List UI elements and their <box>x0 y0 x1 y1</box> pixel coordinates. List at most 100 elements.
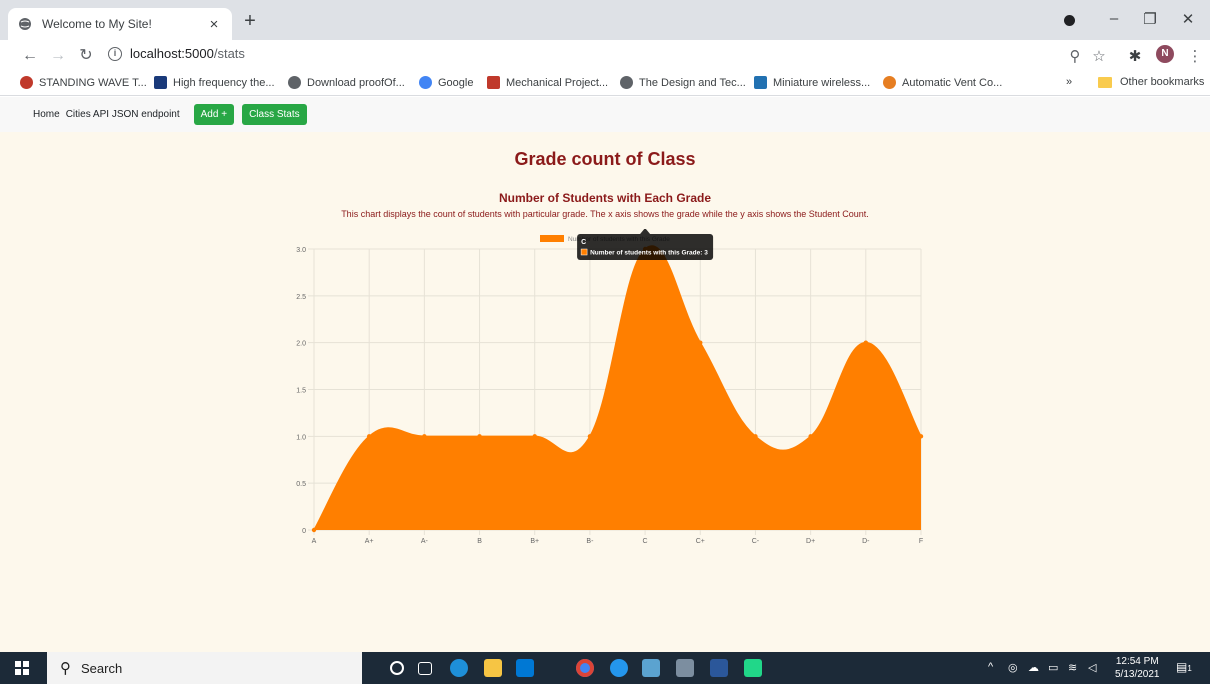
google-icon <box>419 76 432 89</box>
x-tick-label: B+ <box>530 538 539 545</box>
reload-icon[interactable]: ↻ <box>76 46 96 66</box>
avatar[interactable]: N <box>1156 45 1174 63</box>
nav-cities-link[interactable]: Cities API JSON endpoint <box>66 109 180 120</box>
y-tick-label: 3.0 <box>296 247 306 254</box>
battery-icon[interactable]: ▭ <box>1048 661 1058 674</box>
extensions-icon[interactable]: ✱ <box>1126 47 1144 65</box>
chrome-profile-icon[interactable] <box>1064 15 1075 26</box>
address-bar-row: ← → ↻ i localhost:5000/stats ⚲ ☆ ✱ ⋮ <box>0 40 1210 72</box>
x-tick-label: B- <box>586 538 594 545</box>
chrome-icon[interactable] <box>576 659 594 677</box>
x-tick-label: C+ <box>696 538 705 545</box>
x-tick-label: A <box>312 538 317 545</box>
bookmarks-overflow-button[interactable]: » <box>1066 76 1072 88</box>
x-tick-label: D+ <box>806 538 815 545</box>
y-tick-label: 1.5 <box>296 388 306 395</box>
globe-icon <box>620 76 633 89</box>
url-field[interactable]: i localhost:5000/stats <box>108 46 245 61</box>
notes-icon[interactable] <box>642 659 660 677</box>
page-body: Home Cities API JSON endpoint Add + Clas… <box>0 97 1210 652</box>
tooltip-swatch <box>580 248 588 256</box>
y-tick-label: 0 <box>302 528 306 535</box>
class-stats-button[interactable]: Class Stats <box>242 104 307 125</box>
y-tick-label: 2.5 <box>296 294 306 301</box>
zoom-icon[interactable]: ⚲ <box>1066 47 1084 65</box>
mail-icon[interactable] <box>516 659 534 677</box>
bookmark-4[interactable]: Mechanical Project... <box>487 76 608 89</box>
new-tab-button[interactable]: + <box>238 11 262 31</box>
chart-tooltip: C Number of students with this Grade: 3 <box>577 229 714 260</box>
onedrive-icon[interactable]: ☁ <box>1028 661 1039 674</box>
data-point <box>311 527 317 533</box>
bookmark-1[interactable]: High frequency the... <box>154 76 275 89</box>
j-icon <box>154 76 167 89</box>
forward-arrow-icon[interactable]: → <box>48 46 68 66</box>
file-explorer-icon[interactable] <box>484 659 502 677</box>
bookmark-0[interactable]: STANDING WAVE T... <box>20 76 147 89</box>
data-point <box>753 434 758 439</box>
x-tick-label: C- <box>752 538 760 545</box>
globe-icon <box>19 18 31 30</box>
cortana-icon[interactable] <box>390 661 404 675</box>
browser-tab[interactable]: Welcome to My Site! × <box>8 8 232 40</box>
search-icon: ⚲ <box>60 660 71 677</box>
spiral-icon <box>883 76 896 89</box>
series-area <box>314 246 921 530</box>
other-bookmarks[interactable]: Other bookmarks <box>1098 76 1204 88</box>
close-tab-icon[interactable]: × <box>206 16 222 33</box>
y-tick-label: 2.0 <box>296 341 306 348</box>
y-tick-label: 0.5 <box>296 481 306 488</box>
maximize-button[interactable]: ❐ <box>1140 10 1160 28</box>
data-point <box>808 434 813 439</box>
tab-title: Welcome to My Site! <box>42 17 152 31</box>
data-point <box>366 434 372 439</box>
folder-icon <box>1098 76 1112 88</box>
taskbar-search[interactable]: ⚲ Search <box>47 652 362 684</box>
word-icon[interactable] <box>710 659 728 677</box>
minimize-button[interactable]: – <box>1104 10 1124 27</box>
site-navbar: Home Cities API JSON endpoint Add + Clas… <box>0 97 1210 132</box>
data-point <box>918 434 924 439</box>
wolf-icon <box>487 76 500 89</box>
page-title: Grade count of Class <box>514 149 696 169</box>
x-tick-label: C <box>643 538 648 545</box>
menu-dots-icon[interactable]: ⋮ <box>1186 47 1204 65</box>
notification-icon[interactable]: ▤1 <box>1176 660 1192 674</box>
x-tick-label: A- <box>421 538 429 545</box>
add-button[interactable]: Add + <box>193 104 235 125</box>
bookmark-3[interactable]: Google <box>419 76 473 89</box>
bookmarks-bar: STANDING WAVE T... High frequency the...… <box>0 72 1210 96</box>
windows-taskbar: ⚲ Search ^ ◎ ☁ ▭ ≋ ◁ 12:54 PM 5/13/2021 ▤1 <box>0 652 1210 684</box>
data-point <box>422 434 427 439</box>
back-arrow-icon[interactable]: ← <box>20 46 40 66</box>
wordpress-icon <box>754 76 767 89</box>
close-window-button[interactable]: ✕ <box>1178 10 1198 28</box>
task-view-icon[interactable] <box>418 662 432 675</box>
globe-icon <box>288 76 301 89</box>
url-host: localhost:5000 <box>130 46 214 61</box>
data-point <box>532 434 537 439</box>
volume-icon[interactable]: ◁ <box>1088 661 1096 674</box>
bookmark-2[interactable]: Download proofOf... <box>288 76 405 89</box>
star-icon[interactable]: ☆ <box>1090 47 1108 65</box>
info-icon[interactable]: i <box>108 46 122 61</box>
bookmark-6[interactable]: Miniature wireless... <box>754 76 870 89</box>
chevron-up-icon[interactable]: ^ <box>988 661 993 673</box>
bookmark-7[interactable]: Automatic Vent Co... <box>883 76 1002 89</box>
taskbar-clock[interactable]: 12:54 PM 5/13/2021 <box>1115 655 1160 681</box>
meet-icon[interactable]: ◎ <box>1008 661 1018 674</box>
legend-swatch <box>540 235 564 242</box>
windows-start-icon[interactable] <box>15 661 29 675</box>
nav-home-link[interactable]: Home <box>33 109 60 120</box>
pycharm-icon[interactable] <box>744 659 762 677</box>
tab-strip: Welcome to My Site! × + – ❐ ✕ <box>0 0 1210 40</box>
snipping-icon[interactable] <box>676 659 694 677</box>
edge-icon[interactable] <box>450 659 468 677</box>
tooltip-label: Number of students with this Grade: 3 <box>590 250 708 257</box>
docker-icon[interactable] <box>610 659 628 677</box>
tooltip-title: C <box>581 239 586 246</box>
grade-area-chart: 0 0.5 1.0 1.5 2.0 2.5 3.0 A A+ A- B B+ B- C C+ C- D+ D- F N… <box>296 229 924 545</box>
y-tick-label: 1.0 <box>296 434 306 441</box>
wifi-icon[interactable]: ≋ <box>1068 661 1077 674</box>
bookmark-5[interactable]: The Design and Tec... <box>620 76 746 89</box>
